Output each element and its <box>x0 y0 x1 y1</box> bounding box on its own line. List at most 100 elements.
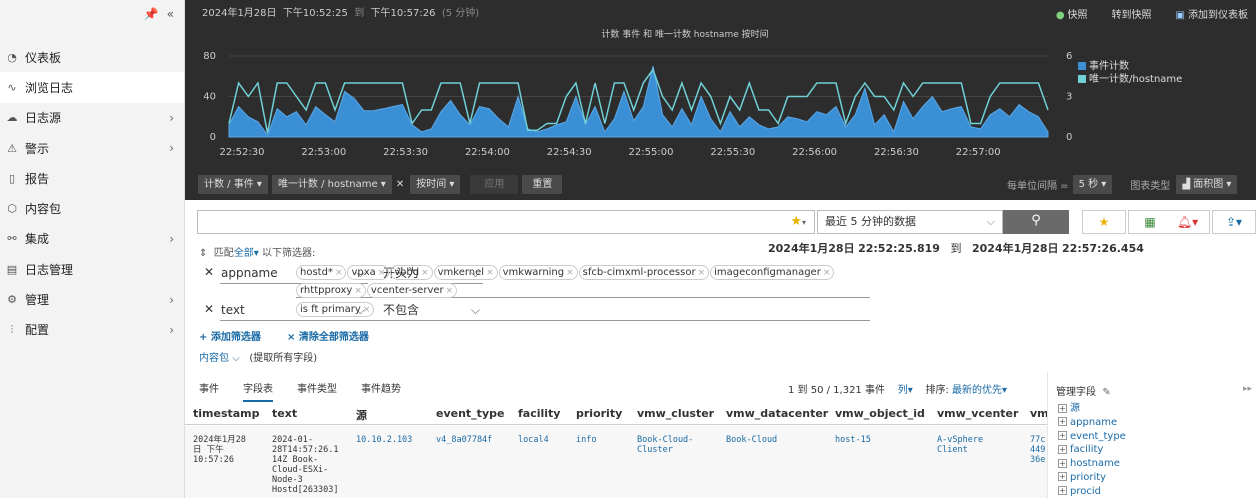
chart-type-dropdown[interactable]: ▟ 面积图 ▾ <box>1176 175 1238 194</box>
interval-dropdown[interactable]: 5 秒 ▾ <box>1072 175 1113 194</box>
column-header[interactable]: text <box>272 407 297 420</box>
apply-button[interactable]: 应用 <box>470 175 519 194</box>
table-row[interactable]: 2024年1月28 日 下午 10:57:26 2024-01- 28T14:57:2… <box>185 426 1047 498</box>
cell-priority[interactable]: info <box>576 435 596 445</box>
search-input[interactable]: ★▾ <box>197 210 815 234</box>
sidebar-item[interactable]: ⚠ 警示 › <box>0 133 184 163</box>
cell-vmw-more[interactable]: 77c 449 36e <box>1030 435 1045 465</box>
remove-chip-icon[interactable]: × <box>486 268 494 278</box>
sidebar-item[interactable]: ⫶ 配置 › <box>0 315 184 345</box>
match-dropdown[interactable]: 全部▾ <box>234 248 259 259</box>
snapshot-button[interactable]: ● 快照 <box>1056 6 1088 21</box>
remove-chip-icon[interactable]: × <box>823 268 831 278</box>
x-tick-label: 22:57:00 <box>956 147 1001 158</box>
filter-chip[interactable]: vmkwarning × <box>498 265 578 280</box>
field-list-item[interactable]: + procid <box>1058 485 1126 498</box>
sidebar-item[interactable]: ∿ 浏览日志 <box>0 72 184 103</box>
cell-vmw-vcenter[interactable]: A-vSphere Client <box>937 435 983 455</box>
remove-chip-icon[interactable]: × <box>378 268 386 278</box>
filter-chip[interactable]: vpxa × <box>347 265 390 280</box>
cell-vmw-datacenter[interactable]: Book-Cloud <box>726 435 777 445</box>
column-header[interactable]: timestamp <box>193 407 260 420</box>
filter-values[interactable]: hostd* × vpxa × vobd × vmkernel × vmkwarning × sfc… <box>296 264 870 298</box>
tab[interactable]: 事件趋势 <box>361 380 401 402</box>
cell-source[interactable]: 10.10.2.103 <box>356 435 412 445</box>
pin-icon[interactable]: 📌 <box>144 7 159 21</box>
column-header[interactable]: facility <box>518 407 560 420</box>
column-header[interactable]: priority <box>576 407 622 420</box>
remove-chip-icon[interactable]: × <box>698 268 706 278</box>
time-range-select[interactable]: 最近 5 分钟的数据 ⌵ <box>817 210 1003 234</box>
goto-snapshot-button[interactable]: 转到快照 <box>1112 6 1152 21</box>
favorites-button[interactable]: ★ <box>1082 210 1126 234</box>
add-filter-button[interactable]: + 添加筛选器 <box>199 328 261 343</box>
field-list-item[interactable]: + appname <box>1058 416 1126 430</box>
expand-panel-icon[interactable]: ▸▸ <box>1243 384 1252 394</box>
clear-filters-button[interactable]: × 清除全部筛选器 <box>287 328 369 343</box>
cell-vmw-object-id[interactable]: host-15 <box>835 435 871 445</box>
filter-chip[interactable]: vcenter-server × <box>366 283 458 298</box>
export-button[interactable]: ⇪▾ <box>1212 210 1256 234</box>
sidebar-item[interactable]: ▤ 日志管理 <box>0 254 184 284</box>
field-list-item[interactable]: + 源 <box>1058 402 1126 416</box>
columns-dropdown[interactable]: 列▾ <box>898 385 913 396</box>
remove-chip-icon[interactable]: × <box>354 286 362 296</box>
remove-filter-icon[interactable]: ✕ <box>204 265 214 279</box>
filter-chip[interactable]: sfcb-cimxml-processor × <box>578 265 710 280</box>
column-header[interactable]: vmw <box>1030 407 1047 420</box>
search-button[interactable]: ⚲ <box>1003 210 1069 234</box>
tab[interactable]: 事件 <box>199 380 219 402</box>
match-value: 全部 <box>233 248 254 259</box>
filter-chip[interactable]: hostd* × <box>296 265 347 280</box>
by-time-dropdown[interactable]: 按时间 ▾ <box>410 175 461 194</box>
dashboard-add-icon: ▣ <box>1175 10 1185 21</box>
remove-filter-icon[interactable]: ✕ <box>204 302 214 316</box>
content-pack-dropdown[interactable]: 内容包 ⌵ <box>199 353 240 364</box>
column-header[interactable]: event_type <box>436 407 504 420</box>
sidebar-item[interactable]: ☁ 日志源 › <box>0 103 184 133</box>
unique-hostname-dropdown[interactable]: 唯一计数 / hostname ▾ <box>271 175 392 194</box>
column-header[interactable]: vmw_cluster <box>637 407 714 420</box>
sidebar-item[interactable]: ⚙ 管理 › <box>0 284 184 314</box>
cell-event-type[interactable]: v4_8a07784f <box>436 435 492 445</box>
filter-chip[interactable]: is ft primary × <box>296 302 375 317</box>
reset-button[interactable]: 重置 <box>522 175 563 194</box>
remove-chip-icon[interactable]: × <box>363 305 371 315</box>
remove-chip-icon[interactable]: × <box>421 268 429 278</box>
cell-facility[interactable]: local4 <box>518 435 549 445</box>
favorite-star-icon[interactable]: ★▾ <box>790 214 806 229</box>
pencil-icon[interactable]: ✎ <box>1102 387 1110 398</box>
sidebar-item[interactable]: ⬡ 内容包 <box>0 193 184 223</box>
sidebar-item[interactable]: ◔ 仪表板 <box>0 42 184 72</box>
column-header[interactable]: vmw_datacenter <box>726 407 828 420</box>
column-header[interactable]: vmw_vcenter <box>937 407 1018 420</box>
add-to-dashboard-button[interactable]: ▣ 添加到仪表板 <box>1176 6 1248 21</box>
field-list-item[interactable]: + event_type <box>1058 430 1126 444</box>
remove-chip-icon[interactable]: × <box>335 268 343 278</box>
remove-chip-icon[interactable]: × <box>446 286 454 296</box>
tab[interactable]: 事件类型 <box>297 380 337 402</box>
cell-vmw-cluster[interactable]: Book-Cloud- Cluster <box>637 435 693 455</box>
filter-chip[interactable]: vobd × <box>390 265 433 280</box>
filter-chip[interactable]: rhttpproxy × <box>296 283 366 298</box>
collapse-icon[interactable]: « <box>167 7 174 21</box>
area-chart[interactable]: 0 40 80 0 3 6 22:52:30 22:53:00 22:53:30 22:54:00… <box>185 45 1256 163</box>
filter-values[interactable]: is ft primary × <box>296 301 870 321</box>
column-header[interactable]: vmw_object_id <box>835 407 925 420</box>
alert-button[interactable]: 🔔︎▾ <box>1166 210 1210 234</box>
tab[interactable]: 字段表 <box>243 380 273 402</box>
filter-chip[interactable]: imageconfigmanager × <box>710 265 835 280</box>
field-list-item[interactable]: + facility <box>1058 443 1126 457</box>
filter-chip[interactable]: vmkernel × <box>433 265 498 280</box>
y-tick-label-right: 0 <box>1066 132 1072 143</box>
sort-dropdown[interactable]: 最新的优先▾ <box>952 385 1007 396</box>
sidebar-item[interactable]: ▯ 报告 <box>0 163 184 193</box>
remove-series-icon[interactable]: ✕ <box>396 179 404 190</box>
field-list-item[interactable]: + priority <box>1058 471 1126 485</box>
field-list-item[interactable]: + hostname <box>1058 457 1126 471</box>
column-header[interactable]: 源 <box>356 407 367 423</box>
collapse-filters-icon[interactable]: ⇕ <box>199 248 207 259</box>
remove-chip-icon[interactable]: × <box>566 268 574 278</box>
count-events-dropdown[interactable]: 计数 / 事件 ▾ <box>198 175 268 194</box>
sidebar-item[interactable]: ⚯ 集成 › <box>0 224 184 254</box>
